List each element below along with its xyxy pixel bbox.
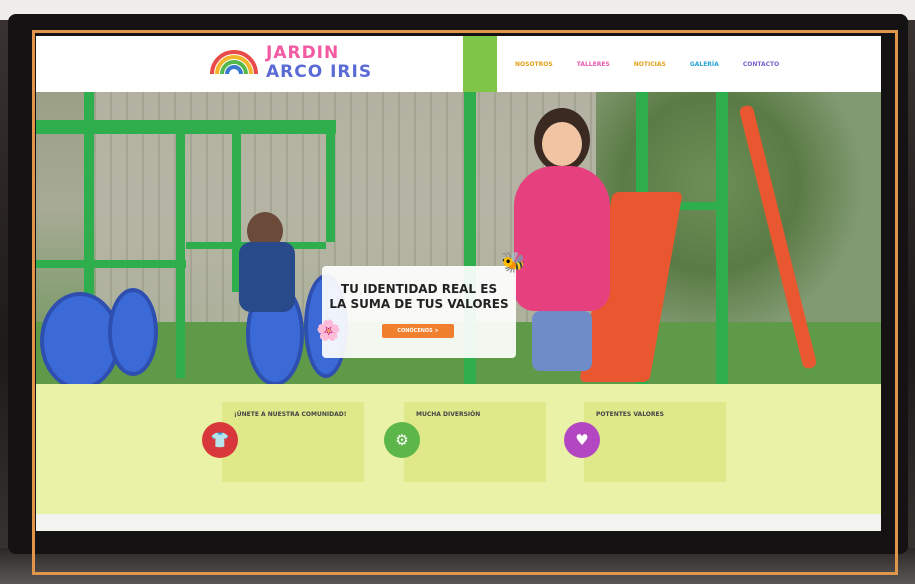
nav-home-button[interactable] [463,36,497,96]
nav-item-contacto[interactable]: CONTACTO [743,61,779,68]
nav-item-galeria[interactable]: GALERÍA [690,61,719,68]
website-screen: JARDIN ARCO IRIS NOSOTROS TALLERES NOTIC… [36,36,881,531]
feature-card: ¡ÚNETE A NUESTRA COMUNIDAD! [222,402,364,482]
nav-item-talleres[interactable]: TALLERES [577,61,610,68]
site-header: JARDIN ARCO IRIS NOSOTROS TALLERES NOTIC… [36,36,881,96]
right-tower-post [716,92,728,384]
blue-wheel [108,288,158,376]
feature-title: MUCHA DIVERSIÓN [416,411,481,418]
gear-icon: ⚙ [384,422,420,458]
logo-line-1: JARDIN [266,43,340,63]
hero-caption-card: TU IDENTIDAD REAL ES LA SUMA DE TUS VALO… [322,266,516,358]
hero-title-line-1: TU IDENTIDAD REAL ES [340,282,498,296]
feature-card: MUCHA DIVERSIÓN [404,402,546,482]
playground-post [176,128,185,378]
feature-title: POTENTES VALORES [596,411,664,418]
hero-title-line-2: LA SUMA DE TUS VALORES [329,297,509,311]
rainbow-logo-icon [210,50,258,75]
hero-cta-button[interactable]: CONÓCENOS > [382,324,454,338]
feature-community: ¡ÚNETE A NUESTRA COMUNIDAD! 👕 [202,402,372,482]
feature-fun: MUCHA DIVERSIÓN ⚙ [384,402,554,482]
feature-title: ¡ÚNETE A NUESTRA COMUNIDAD! [234,411,347,418]
page-footer-strip [36,514,881,531]
bee-icon: 🐝 [501,250,526,274]
nav-item-noticias[interactable]: NOTICIAS [634,61,666,68]
shirt-icon: 👕 [202,422,238,458]
feature-values: POTENTES VALORES ♥ [564,402,734,482]
nav-item-nosotros[interactable]: NOSOTROS [515,61,553,68]
photo-boy [231,212,301,362]
feature-card: POTENTES VALORES [584,402,726,482]
hero-slider: TU IDENTIDAD REAL ES LA SUMA DE TUS VALO… [36,92,881,384]
hero-title: TU IDENTIDAD REAL ES LA SUMA DE TUS VALO… [322,282,516,312]
playground-rail [36,260,186,268]
logo-text: JARDIN ARCO IRIS [266,44,372,82]
flower-icon: 🌸 [316,318,341,342]
playground-roof [36,120,336,134]
heart-icon: ♥ [564,422,600,458]
logo-line-2: ARCO IRIS [266,62,373,82]
main-nav: NOSOTROS TALLERES NOTICIAS GALERÍA CONTA… [463,36,791,96]
site-logo[interactable]: JARDIN ARCO IRIS [208,42,388,86]
playground-post [326,132,335,242]
features-band: ¡ÚNETE A NUESTRA COMUNIDAD! 👕 MUCHA DIVE… [36,384,881,514]
